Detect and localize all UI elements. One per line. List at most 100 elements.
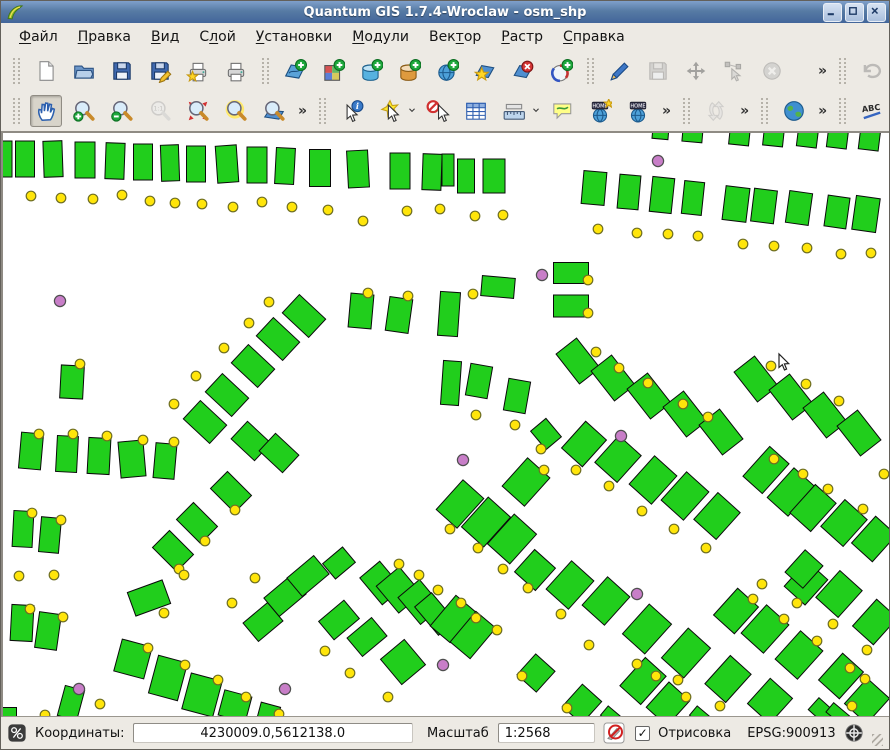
menu-вид[interactable]: Вид (141, 26, 189, 48)
move-feature-button[interactable] (680, 55, 712, 87)
toolbar-overflow-button[interactable]: » (662, 103, 671, 119)
composer-manager-button[interactable] (220, 55, 252, 87)
poi-dot (802, 243, 812, 253)
coordinates-field[interactable]: 4230009.0,5612138.0 (133, 723, 413, 743)
render-stop-icon[interactable] (603, 722, 625, 744)
poi-dot (715, 701, 725, 711)
poi-dot (58, 612, 68, 622)
toolbar-overflow-button[interactable]: » (818, 103, 827, 119)
toolbar-handle[interactable] (839, 58, 846, 84)
coord-target-icon[interactable] (7, 723, 27, 743)
attribute-table-button[interactable] (460, 95, 492, 127)
add-raster-layer-button[interactable] (317, 55, 349, 87)
minimize-button[interactable] (823, 3, 842, 22)
measure-button[interactable] (498, 95, 530, 127)
zoom-layer-button[interactable] (258, 95, 290, 127)
building-polygon (681, 181, 704, 216)
new-project-button[interactable] (30, 55, 62, 87)
new-print-composer-button[interactable] (182, 55, 214, 87)
offset-arrows-icon (704, 99, 728, 123)
zoom-in-button[interactable] (68, 95, 100, 127)
building-polygon (481, 276, 516, 299)
toolbar-handle[interactable] (761, 98, 768, 124)
open-project-button[interactable] (68, 55, 100, 87)
poi-dot (14, 571, 24, 581)
poi-dot (517, 671, 527, 681)
new-bookmark-button[interactable]: HOME (584, 95, 616, 127)
show-bookmarks-button[interactable]: HOME (622, 95, 654, 127)
building-polygon (440, 360, 461, 405)
remove-layer-button[interactable] (507, 55, 539, 87)
zoom-out-button[interactable] (106, 95, 138, 127)
menu-установки[interactable]: Установки (246, 26, 343, 48)
toolbar-handle[interactable] (13, 58, 20, 84)
toggle-editing-button[interactable] (604, 55, 636, 87)
deselect-button[interactable] (422, 95, 454, 127)
undo-button[interactable] (856, 55, 888, 87)
identify-button[interactable]: i (336, 95, 368, 127)
crs-status-icon[interactable] (844, 723, 864, 743)
toolbar-handle[interactable] (587, 58, 594, 84)
poi-dot (257, 197, 267, 207)
building-polygon (385, 297, 413, 334)
toolbar-handle[interactable] (839, 98, 846, 124)
toolbar-handle[interactable] (262, 58, 269, 84)
poi-dot (56, 515, 66, 525)
toolbar-handle[interactable] (13, 98, 20, 124)
add-spatialite-layer-button[interactable] (393, 55, 425, 87)
render-label: Отрисовка (658, 726, 731, 741)
toolbar-handle[interactable] (319, 98, 326, 124)
toolbar-overflow-button[interactable]: » (740, 103, 749, 119)
maximize-button[interactable] (845, 3, 864, 22)
new-project-icon (34, 59, 58, 83)
resize-grip[interactable] (872, 734, 883, 746)
save-project-as-button[interactable] (144, 55, 176, 87)
map-tips-button[interactable] (546, 95, 578, 127)
node-tool-button[interactable] (718, 55, 750, 87)
toolbar-overflow-button[interactable]: » (298, 103, 307, 119)
add-vector-layer-button[interactable] (279, 55, 311, 87)
menu-правка[interactable]: Правка (68, 26, 141, 48)
zoom-last-button[interactable] (220, 95, 252, 127)
menu-слой[interactable]: Слой (189, 26, 245, 48)
toolbar-overflow-button[interactable]: » (818, 63, 827, 79)
map-canvas[interactable] (1, 131, 890, 718)
toolbar-handle[interactable] (683, 98, 690, 124)
menu-справка[interactable]: Справка (553, 26, 635, 48)
delete-selected-button[interactable] (756, 55, 788, 87)
measure-dropdown-chevron[interactable] (529, 102, 543, 121)
poi-dot (879, 469, 889, 479)
menu-модули[interactable]: Модули (342, 26, 419, 48)
select-features-dropdown-chevron[interactable] (405, 102, 419, 121)
building-polygon (729, 133, 752, 146)
menu-растр[interactable]: Растр (491, 26, 553, 48)
save-edits-button[interactable] (642, 55, 674, 87)
menu-вектор[interactable]: Вектор (419, 26, 491, 48)
poi-dot (143, 643, 153, 653)
labeling-button[interactable]: ABC (856, 95, 888, 127)
building-polygon (205, 374, 248, 417)
otf-projection-button[interactable] (778, 95, 810, 127)
poi-dot (769, 241, 779, 251)
poi-dot (323, 205, 333, 215)
labeling-icon: ABC (860, 99, 884, 123)
building-polygon (796, 133, 819, 148)
new-shapefile-layer-button[interactable] (469, 55, 501, 87)
poi-dot (394, 559, 404, 569)
render-checkbox[interactable]: ✓ (635, 726, 650, 741)
add-postgis-layer-button[interactable] (355, 55, 387, 87)
menu-файл[interactable]: Файл (9, 26, 68, 48)
zoom-actual-button[interactable]: 1:1 (144, 95, 176, 127)
offset-arrows-button[interactable] (700, 95, 732, 127)
close-button[interactable] (867, 3, 886, 22)
poi-dot (539, 465, 549, 475)
add-wfs-layer-button[interactable] (545, 55, 577, 87)
scale-field[interactable]: 1:2568 (498, 723, 595, 743)
title-bar[interactable]: Quantum GIS 1.7.4-Wroclaw - osm_shp (1, 1, 889, 23)
add-wms-layer-button[interactable] (431, 55, 463, 87)
zoom-full-button[interactable] (182, 95, 214, 127)
save-project-button[interactable] (106, 55, 138, 87)
building-polygon (231, 345, 274, 388)
select-features-button[interactable] (374, 95, 406, 127)
pan-button[interactable] (30, 95, 62, 127)
